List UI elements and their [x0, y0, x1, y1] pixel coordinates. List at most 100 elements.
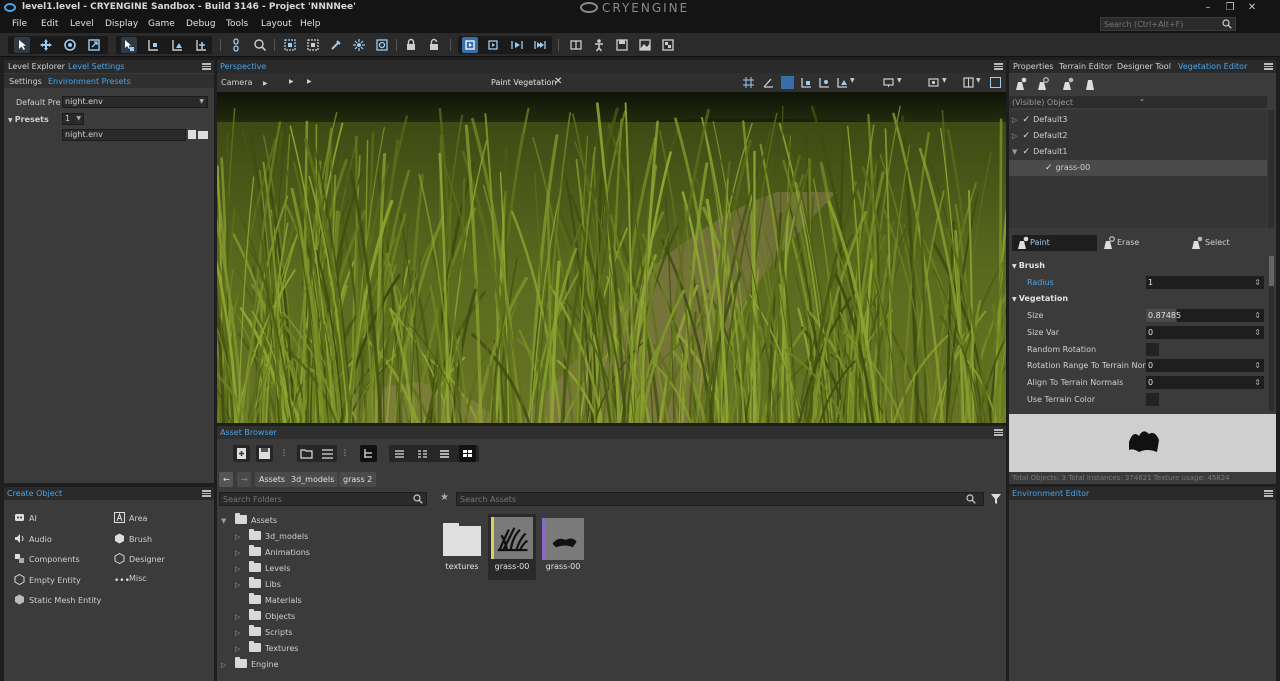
create-designer[interactable]: Designer [114, 553, 165, 564]
zoom-tool-icon[interactable] [252, 37, 268, 53]
rotate-tool-icon[interactable] [62, 37, 78, 53]
tab-environment-presets[interactable]: Environment Presets [48, 77, 131, 86]
object-list-header[interactable]: (Visible) Object ⌄ [1009, 95, 1267, 108]
physics-icon[interactable] [351, 37, 367, 53]
menu-game[interactable]: Game [148, 19, 175, 29]
preset-file-field[interactable]: night.env [62, 129, 186, 141]
import-icon[interactable] [319, 445, 336, 462]
tree-item-scripts[interactable]: ▷ Scripts [235, 625, 292, 641]
snap-grid-icon[interactable] [145, 37, 161, 53]
paint-tool-button[interactable]: Paint [1012, 235, 1097, 251]
texture-icon[interactable] [660, 37, 676, 53]
sync-player-icon[interactable] [532, 37, 548, 53]
panel-menu-icon[interactable] [202, 63, 211, 70]
snap-select-icon[interactable] [121, 37, 137, 53]
scrollbar[interactable] [1269, 256, 1274, 411]
create-empty-entity[interactable]: Empty Entity [14, 574, 81, 585]
scene-render[interactable] [217, 92, 1006, 423]
character-icon[interactable] [591, 37, 607, 53]
menu-debug[interactable]: Debug [186, 19, 216, 29]
tree-item-textures[interactable]: ▷ Textures [235, 641, 298, 657]
tab-designer-tool[interactable]: Designer Tool [1117, 62, 1171, 71]
step-forward-icon[interactable] [509, 37, 525, 53]
chevron-down-icon[interactable]: ▼ [850, 77, 855, 84]
create-audio[interactable]: Audio [14, 533, 52, 544]
panel-menu-icon[interactable] [994, 63, 1003, 70]
add-group-icon[interactable] [1035, 77, 1049, 91]
menu-display[interactable]: Display [105, 19, 138, 29]
presets-count-field[interactable]: 1 ▼ [62, 113, 84, 125]
menu-layout[interactable]: Layout [261, 19, 292, 29]
ai-debug-icon[interactable] [374, 37, 390, 53]
align-normals-spinbox[interactable]: 0 [1146, 376, 1264, 389]
veg-group-default3[interactable]: ▷ ✓ Default3 [1012, 112, 1067, 128]
tree-item-libs[interactable]: ▷ Libs [235, 577, 281, 593]
tree-item-levels[interactable]: ▷ Levels [235, 561, 290, 577]
asset-tile-grass-00-selected[interactable]: grass-00 [488, 514, 536, 580]
restore-button[interactable]: ❐ [1220, 1, 1240, 15]
veg-group-default1[interactable]: ▼ ✓ Default1 [1012, 144, 1067, 160]
tree-item-materials[interactable]: Materials [235, 593, 302, 609]
panel-menu-icon[interactable] [994, 429, 1003, 436]
veg-group-default2[interactable]: ▷ ✓ Default2 [1012, 128, 1067, 144]
scale-snap-icon[interactable] [781, 76, 794, 89]
search-icon[interactable] [1222, 19, 1232, 29]
breadcrumb-assets[interactable]: Assets [255, 472, 290, 487]
visibility-checkbox[interactable]: ✓ [1045, 160, 1053, 176]
erase-tool-button[interactable]: Erase [1101, 235, 1139, 251]
snap-to-pivot-icon[interactable] [837, 77, 848, 88]
maximize-viewport-icon[interactable] [990, 77, 1001, 88]
more-options-icon[interactable]: ⋮ [280, 448, 288, 457]
veg-object-grass-00[interactable]: ✓ grass-00 [1009, 160, 1267, 176]
menu-file[interactable]: File [12, 19, 27, 29]
new-asset-icon[interactable] [233, 445, 250, 462]
search-icon[interactable] [413, 494, 423, 504]
create-ai[interactable]: AI [14, 512, 37, 523]
grid-snap-icon[interactable] [743, 77, 754, 88]
select-tool-icon[interactable] [14, 37, 30, 53]
tab-properties[interactable]: Properties [1013, 62, 1053, 71]
layer-icon[interactable] [568, 37, 584, 53]
menu-help[interactable]: Help [300, 19, 321, 29]
create-misc[interactable]: •••Misc [114, 574, 147, 587]
vertex-snap-icon[interactable] [819, 77, 830, 88]
lock-icon[interactable] [403, 37, 419, 53]
size-var-spinbox[interactable]: 0 [1146, 326, 1264, 339]
folder-view-icon[interactable] [298, 445, 315, 462]
tree-item-animations[interactable]: ▷ Animations [235, 545, 310, 561]
radius-spinbox[interactable]: 1 [1146, 276, 1264, 289]
chevron-right-icon[interactable]: ▶ [289, 78, 294, 85]
tab-level-settings[interactable]: Level Settings [68, 62, 124, 71]
select-tool-button[interactable]: Select [1189, 235, 1230, 251]
terrain-icon[interactable] [637, 37, 653, 53]
save-all-icon[interactable] [256, 445, 273, 462]
browse-folder-icon[interactable] [198, 131, 208, 139]
panel-menu-icon[interactable] [202, 490, 211, 497]
random-rotation-checkbox[interactable] [1146, 343, 1159, 356]
material-picker-icon[interactable] [328, 37, 344, 53]
split-view-icon[interactable] [414, 445, 431, 462]
group-icon[interactable] [282, 37, 298, 53]
tab-level-explorer[interactable]: Level Explorer [8, 62, 65, 71]
unlock-icon[interactable] [426, 37, 442, 53]
menu-tools[interactable]: Tools [226, 19, 248, 29]
scrollbar[interactable] [1268, 110, 1274, 228]
forward-arrow-icon[interactable]: → [237, 472, 251, 487]
menu-level[interactable]: Level [70, 19, 94, 29]
global-search-input[interactable] [1100, 17, 1236, 31]
layout-icon[interactable] [963, 77, 974, 88]
close-mode-icon[interactable]: ✕ [554, 76, 562, 87]
default-preset-select[interactable]: night.env ▼ [62, 96, 208, 108]
remove-vegetation-icon[interactable] [1083, 77, 1097, 91]
brush-section-header[interactable]: ▼ Brush [1012, 261, 1045, 270]
search-folders-input[interactable] [219, 492, 427, 506]
presets-label[interactable]: ▼ Presets [8, 115, 49, 124]
terrain-snap-icon[interactable] [801, 77, 812, 88]
chevron-right-icon[interactable]: ▶ [307, 78, 312, 85]
add-vegetation-icon[interactable] [1013, 77, 1027, 91]
close-window-button[interactable]: ✕ [1242, 1, 1262, 15]
tree-toggle-icon[interactable] [360, 445, 377, 462]
rotation-range-spinbox[interactable]: 0 [1146, 359, 1264, 372]
tree-item-engine[interactable]: ▷ Engine [221, 657, 278, 673]
search-icon[interactable] [966, 494, 976, 504]
